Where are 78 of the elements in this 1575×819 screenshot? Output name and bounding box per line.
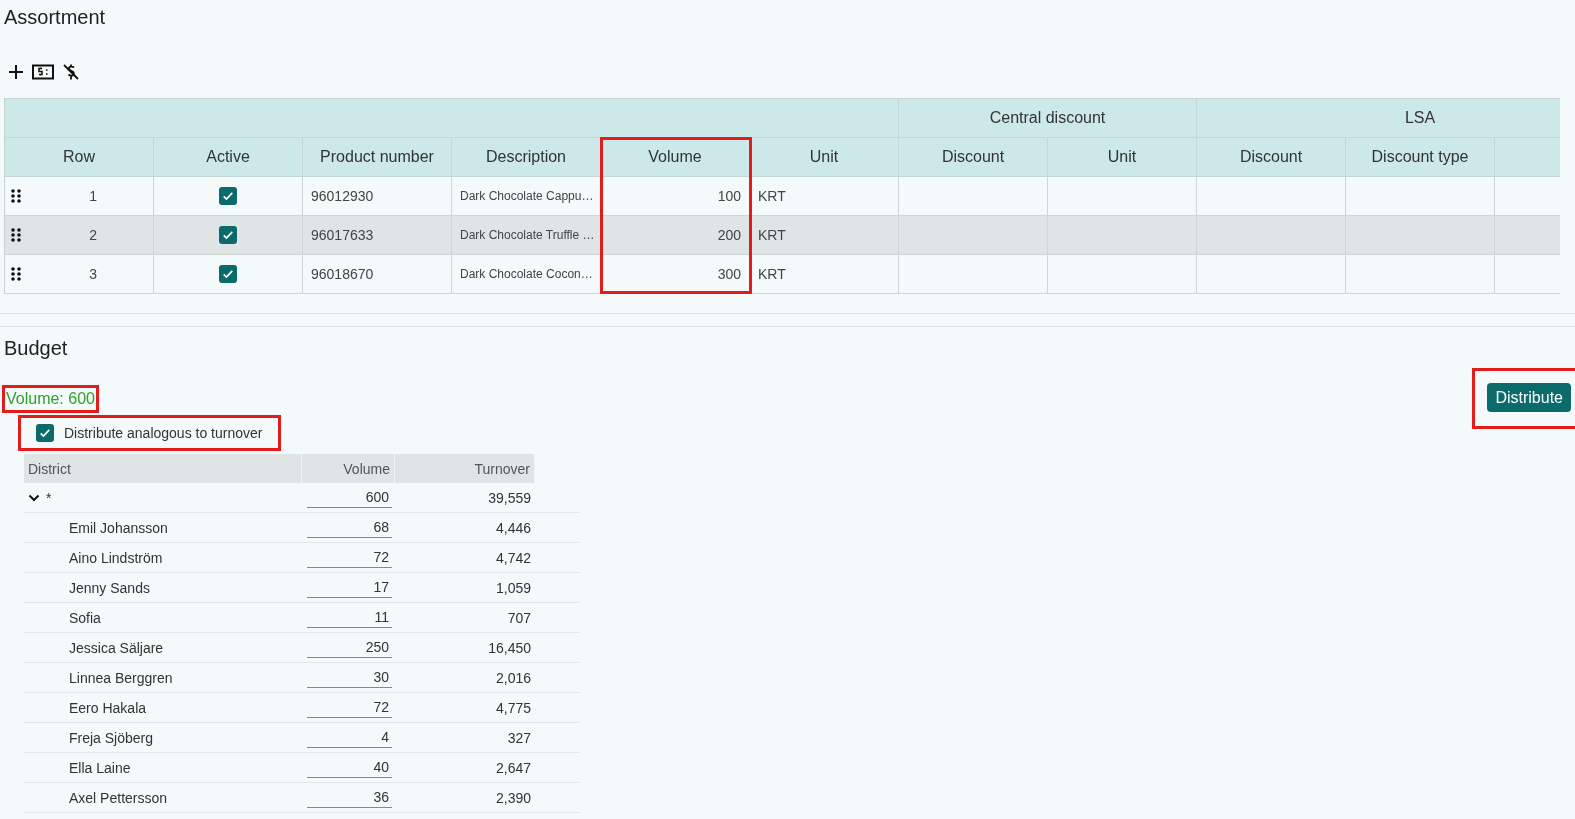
- column-header[interactable]: Unit: [750, 138, 899, 177]
- distribute-button[interactable]: Distribute: [1487, 383, 1571, 412]
- table-cell: KRT: [750, 255, 899, 294]
- drag-handle-icon[interactable]: [11, 267, 21, 281]
- drag-handle-icon[interactable]: [11, 228, 21, 242]
- column-header[interactable]: Discount type: [1346, 138, 1495, 177]
- turnover-value: 4,446: [495, 519, 532, 536]
- volume-total: Volume: 600: [4, 386, 97, 411]
- column-header[interactable]: Volume: [601, 138, 750, 177]
- table-cell: Dark Chocolate Truffle …: [452, 216, 601, 255]
- volume-field[interactable]: 17: [307, 577, 392, 598]
- volume-field[interactable]: 600: [307, 487, 392, 508]
- section-title: Assortment: [4, 5, 107, 30]
- check-icon: [221, 267, 235, 281]
- district-name: *: [46, 489, 52, 506]
- row-number: 2: [89, 227, 97, 243]
- column-header[interactable]: Active: [154, 138, 303, 177]
- crossed-dollar-icon[interactable]: [62, 63, 80, 81]
- volume-field[interactable]: 30: [307, 667, 392, 688]
- column-header[interactable]: Discount: [899, 138, 1048, 177]
- table-cell: 96017633: [303, 216, 452, 255]
- turnover-value: 39,559: [488, 489, 532, 506]
- column-header[interactable]: Volume: [302, 454, 395, 483]
- checkbox[interactable]: [219, 187, 237, 205]
- row-number: 1: [89, 188, 97, 204]
- turnover-value: 4,775: [495, 699, 532, 716]
- column-header[interactable]: Product number: [303, 138, 452, 177]
- turnover-value: 707: [507, 609, 532, 626]
- drag-handle-icon[interactable]: [11, 189, 21, 203]
- district-name: Axel Pettersson: [69, 789, 168, 806]
- district-name: Linnea Berggren: [69, 669, 173, 686]
- volume-field[interactable]: 72: [307, 697, 392, 718]
- volume-field[interactable]: 68: [307, 517, 392, 538]
- volume-field[interactable]: 72: [307, 547, 392, 568]
- volume-field[interactable]: 4: [307, 727, 392, 748]
- checkbox[interactable]: [219, 226, 237, 244]
- column-header[interactable]: District: [24, 454, 302, 483]
- checkbox[interactable]: [219, 265, 237, 283]
- volume-field[interactable]: 36: [307, 787, 392, 808]
- column-header[interactable]: Turnover: [395, 454, 535, 483]
- district-name: Jessica Säljare: [69, 639, 164, 656]
- turnover-value: 2,647: [495, 759, 532, 776]
- column-header[interactable]: Unit: [1048, 138, 1197, 177]
- district-name: Emil Johansson: [69, 519, 168, 536]
- section-title: Budget: [4, 336, 69, 361]
- check-icon: [221, 228, 235, 242]
- price-tag-icon[interactable]: [32, 64, 54, 80]
- turnover-value: 4,742: [495, 549, 532, 566]
- turnover-value: 1,059: [495, 579, 532, 596]
- volume-field[interactable]: 250: [307, 637, 392, 658]
- volume-field[interactable]: 40: [307, 757, 392, 778]
- column-header[interactable]: Description: [452, 138, 601, 177]
- add-icon[interactable]: [8, 64, 24, 80]
- volume-field[interactable]: 11: [307, 607, 392, 628]
- table-cell: 200: [601, 216, 750, 255]
- column-group-header: LSA: [1197, 99, 1560, 138]
- check-icon: [221, 189, 235, 203]
- table-cell: KRT: [750, 177, 899, 216]
- column-group-header: Central discount: [899, 99, 1197, 138]
- table-cell: KRT: [750, 216, 899, 255]
- row-number: 3: [89, 266, 97, 282]
- district-name: Eero Hakala: [69, 699, 147, 716]
- district-name: Freja Sjöberg: [69, 729, 154, 746]
- turnover-value: 327: [507, 729, 532, 746]
- district-name: Sofia: [69, 609, 101, 626]
- check-icon: [38, 426, 52, 440]
- district-name: Jenny Sands: [69, 579, 150, 596]
- checkbox[interactable]: [36, 424, 54, 442]
- turnover-value: 2,016: [495, 669, 532, 686]
- column-header[interactable]: Discount: [1197, 138, 1346, 177]
- district-name: Aino Lindström: [69, 549, 163, 566]
- column-header[interactable]: Row: [5, 138, 154, 177]
- turnover-value: 2,390: [495, 789, 532, 806]
- table-cell: 96018670: [303, 255, 452, 294]
- table-cell: 96012930: [303, 177, 452, 216]
- checkbox-label: Distribute analogous to turnover: [64, 425, 263, 441]
- district-name: Ella Laine: [69, 759, 131, 776]
- turnover-value: 16,450: [488, 639, 532, 656]
